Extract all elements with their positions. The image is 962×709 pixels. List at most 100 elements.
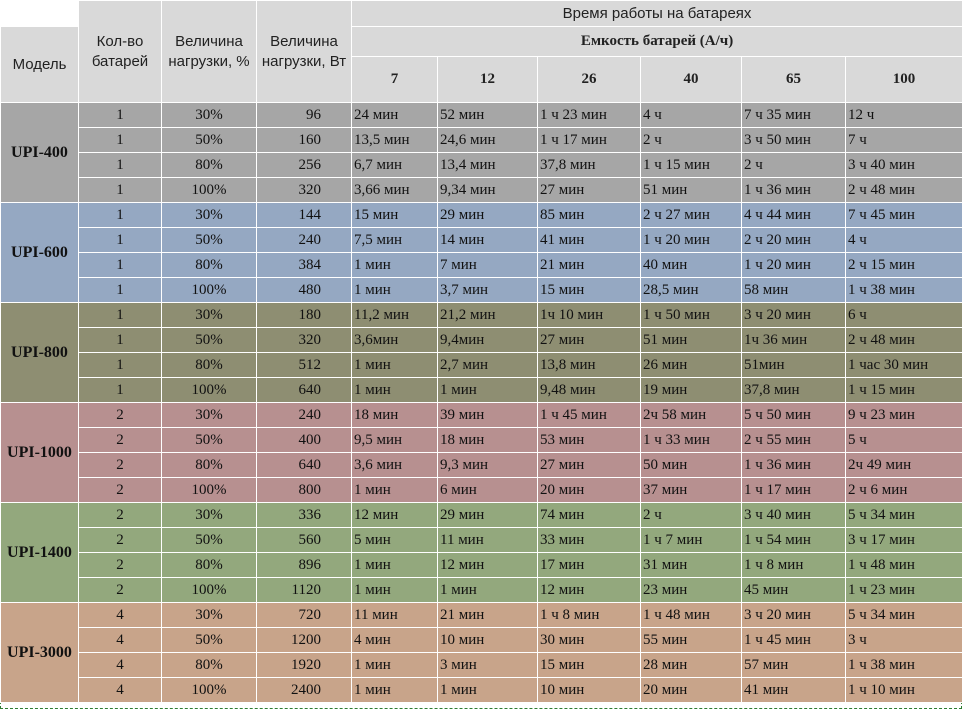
runtime-cell: 1 ч 33 мин — [640, 427, 742, 453]
table-row: 1 50% 320 3,6мин 9,4мин 27 мин 51 мин 1ч 36 мин… — [1, 327, 962, 353]
load-watts-cell: 180 — [256, 302, 352, 328]
model-name: UPI-800 — [0, 302, 79, 403]
runtime-cell: 27 мин — [537, 327, 641, 353]
runtime-cell: 2ч 58 мин — [640, 402, 742, 428]
runtime-cell: 51 мин — [640, 327, 742, 353]
runtime-cell: 7 ч 35 мин — [741, 102, 846, 128]
runtime-cell: 1 час 30 мин — [844, 352, 962, 378]
runtime-cell: 2 ч 20 мин — [741, 227, 846, 253]
load-watts-cell: 96 — [256, 102, 352, 128]
runtime-cell: 37,8 мин — [537, 152, 641, 178]
runtime-cell: 7 ч 45 мин — [844, 202, 962, 228]
runtime-cell: 11 мин — [351, 602, 438, 628]
runtime-cell: 1 ч 45 мин — [741, 627, 846, 653]
table-row: 1 100% 320 3,66 мин 9,34 мин 27 мин 51 мин 1 ч … — [1, 177, 962, 203]
runtime-cell: 2 ч 55 мин — [741, 427, 846, 453]
runtime-cell: 5 ч 34 мин — [844, 602, 962, 628]
runtime-cell: 19 мин — [640, 377, 742, 403]
runtime-cell: 9,3 мин — [437, 452, 538, 478]
runtime-cell: 1 ч 23 мин — [844, 577, 962, 603]
runtime-cell: 2 ч — [741, 152, 846, 178]
runtime-cell: 1 мин — [351, 377, 438, 403]
header-capacity-1: 12 — [437, 56, 538, 103]
runtime-cell: 3 ч 40 мин — [844, 152, 962, 178]
runtime-cell: 3,7 мин — [437, 277, 538, 303]
runtime-cell: 2 ч 48 мин — [844, 177, 962, 203]
battery-count-cell: 4 — [78, 602, 162, 628]
runtime-cell: 1 ч 38 мин — [844, 652, 962, 678]
runtime-cell: 24 мин — [351, 102, 438, 128]
header-capacity-5: 100 — [844, 56, 962, 103]
runtime-cell: 11,2 мин — [351, 302, 438, 328]
header-load-percent: Величина нагрузки, % — [161, 0, 257, 103]
battery-count-cell: 1 — [78, 102, 162, 128]
header-runtime-title: Время работы на батареях — [350, 0, 962, 27]
model-name: UPI-3000 — [0, 602, 79, 703]
runtime-cell: 33 мин — [537, 527, 641, 553]
runtime-cell: 3 ч 20 мин — [741, 302, 846, 328]
runtime-cell: 1 ч 15 мин — [640, 152, 742, 178]
runtime-cell: 1 ч 7 мин — [640, 527, 742, 553]
load-percent-cell: 50% — [161, 627, 257, 653]
battery-count-cell: 1 — [78, 227, 162, 253]
runtime-cell: 53 мин — [537, 427, 641, 453]
load-watts-cell: 800 — [256, 477, 352, 503]
battery-count-cell: 1 — [78, 127, 162, 153]
battery-count-cell: 1 — [78, 302, 162, 328]
runtime-cell: 18 мин — [437, 427, 538, 453]
runtime-cell: 2 ч — [640, 127, 742, 153]
load-watts-cell: 720 — [256, 602, 352, 628]
header-load-watts: Величина нагрузки, Вт — [256, 0, 352, 103]
load-percent-cell: 50% — [161, 327, 257, 353]
runtime-cell: 1 мин — [351, 552, 438, 578]
runtime-cell: 1 ч 38 мин — [844, 277, 962, 303]
runtime-cell: 15 мин — [537, 277, 641, 303]
load-percent-cell: 50% — [161, 427, 257, 453]
runtime-cell: 5 мин — [351, 527, 438, 553]
load-percent-cell: 100% — [161, 177, 257, 203]
load-percent-cell: 80% — [161, 652, 257, 678]
load-percent-cell: 30% — [161, 502, 257, 528]
runtime-cell: 52 мин — [437, 102, 538, 128]
battery-count-cell: 4 — [78, 677, 162, 703]
model-name: UPI-1000 — [0, 402, 79, 503]
runtime-cell: 28 мин — [640, 652, 742, 678]
table-row: 1 50% 160 13,5 мин 24,6 мин 1 ч 17 мин 2 ч3 ч … — [1, 127, 962, 153]
runtime-cell: 1 ч 8 мин — [741, 552, 846, 578]
table-row: 2 80% 896 1 мин 12 мин 17 мин 31 мин 1 ч 8 мин 1… — [1, 552, 962, 578]
runtime-cell: 30 мин — [537, 627, 641, 653]
load-percent-cell: 30% — [161, 402, 257, 428]
runtime-cell: 13,8 мин — [537, 352, 641, 378]
table-row: 1 80% 512 1 мин 2,7 мин 13,8 мин 26 мин 51мин 1 … — [1, 352, 962, 378]
runtime-cell: 3,6 мин — [351, 452, 438, 478]
load-percent-cell: 100% — [161, 477, 257, 503]
runtime-cell: 37,8 мин — [741, 377, 846, 403]
runtime-cell: 9 ч 23 мин — [844, 402, 962, 428]
load-watts-cell: 480 — [256, 277, 352, 303]
runtime-cell: 11 мин — [437, 527, 538, 553]
table-row: 1 80% 256 6,7 мин 13,4 мин 37,8 мин 1 ч 15 мин… — [1, 152, 962, 178]
runtime-cell: 1 мин — [351, 577, 438, 603]
runtime-cell: 29 мин — [437, 502, 538, 528]
table-body: UPI-400 1 30% 96 24 мин 52 мин 1 ч 23 мин 4 ч7 … — [0, 102, 962, 703]
runtime-cell: 39 мин — [437, 402, 538, 428]
runtime-cell: 21 мин — [437, 602, 538, 628]
table-row: 2 80% 640 3,6 мин 9,3 мин 27 мин 50 мин 1 ч 36 … — [1, 452, 962, 478]
table-row: 4 50% 1200 4 мин 10 мин 30 мин 55 мин 1 ч 45 ми… — [1, 627, 962, 653]
runtime-cell: 26 мин — [640, 352, 742, 378]
runtime-cell: 2ч 49 мин — [844, 452, 962, 478]
table-row: UPI-3000 4 30% 720 11 мин 21 мин 1 ч 8 мин 1 ч … — [0, 602, 962, 703]
runtime-cell: 1 мин — [351, 652, 438, 678]
load-watts-cell: 1920 — [256, 652, 352, 678]
runtime-cell: 24,6 мин — [437, 127, 538, 153]
runtime-cell: 4 ч 44 мин — [741, 202, 846, 228]
header-capacity-0: 7 — [351, 56, 438, 103]
runtime-cell: 6 ч — [844, 302, 962, 328]
battery-count-cell: 1 — [78, 177, 162, 203]
model-name: UPI-400 — [0, 102, 79, 203]
load-watts-cell: 160 — [256, 127, 352, 153]
runtime-cell: 58 мин — [741, 277, 846, 303]
battery-count-cell: 1 — [78, 327, 162, 353]
load-watts-cell: 400 — [256, 427, 352, 453]
runtime-cell: 3,66 мин — [351, 177, 438, 203]
